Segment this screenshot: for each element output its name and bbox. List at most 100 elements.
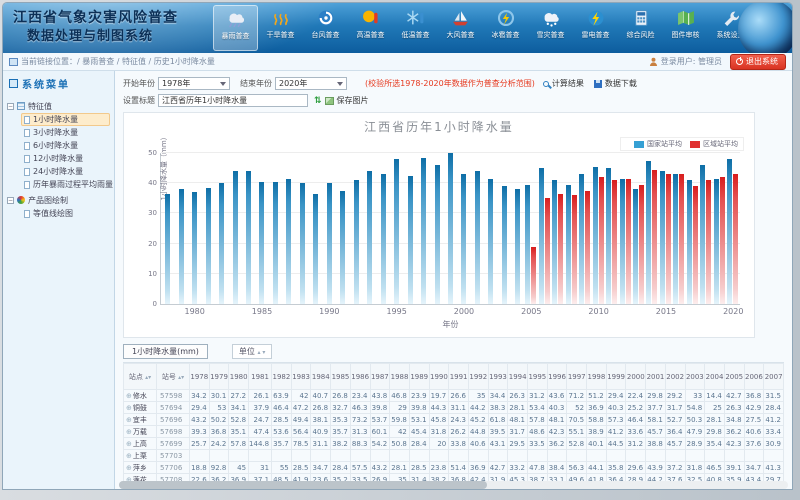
sidebar-group-1[interactable]: −特征值: [7, 99, 110, 113]
toolbar-item-9[interactable]: 雷电普查: [573, 5, 618, 51]
expand-icon[interactable]: −: [7, 103, 14, 110]
toolbar-item-3[interactable]: 台风普查: [303, 5, 348, 51]
app-window: 江西省气象灾害风险普查 数据处理与制图系统 暴雨普查干旱普查台风普查高温普查低温…: [0, 0, 800, 500]
table-row[interactable]: ⊕上高5769925.724.257.8144.835.778.531.138.…: [124, 438, 784, 450]
sidebar-item-1小时降水量[interactable]: 1小时降水量: [21, 113, 110, 126]
cold-icon: [403, 7, 429, 29]
value-cell: 34.4: [488, 390, 508, 402]
toolbar-item-2[interactable]: 干旱普查: [258, 5, 303, 51]
sidebar-item-历年暴雨过程平均雨量[interactable]: 历年暴雨过程平均雨量: [21, 178, 110, 191]
toolbar-item-11[interactable]: 图件审核: [663, 5, 708, 51]
toolbar-item-5[interactable]: 低温普查: [393, 5, 438, 51]
value-cell: 35.7: [331, 426, 351, 438]
value-cell: 32.7: [331, 402, 351, 414]
col-header-year-1988: 1988: [390, 364, 410, 390]
col-header-station[interactable]: 站点 ▴▾: [124, 364, 157, 390]
chart-title: 江西省历年1小时降水量: [124, 118, 754, 135]
col-header-year-2000: 2000: [626, 364, 646, 390]
value-cell: 43.2: [370, 462, 390, 474]
table-row[interactable]: ⊕万载5769839.336.835.147.453.656.440.935.7…: [124, 426, 784, 438]
value-cell: 34.7: [311, 462, 331, 474]
expand-row-icon[interactable]: ⊕: [126, 464, 132, 472]
toolbar-item-6[interactable]: 大风普查: [438, 5, 483, 51]
sort-arrows-icon[interactable]: ▴▾: [178, 374, 184, 381]
value-cell: 42.3: [547, 426, 567, 438]
expand-row-icon[interactable]: ⊕: [126, 416, 132, 424]
value-cell: [249, 450, 272, 462]
unit-sort-dropdown[interactable]: 单位 ▴ ▾: [232, 344, 272, 359]
value-cell: [370, 450, 390, 462]
horizontal-scrollbar[interactable]: [119, 481, 788, 489]
sidebar-tree: −特征值1小时降水量3小时降水量6小时降水量12小时降水量24小时降水量历年暴雨…: [7, 99, 110, 220]
value-cell: 51.2: [587, 390, 607, 402]
toolbar-item-1[interactable]: 暴雨普查: [213, 5, 258, 51]
value-cell: [724, 450, 744, 462]
risk-icon: [628, 7, 654, 29]
chart-title-input[interactable]: 江西省历年1小时降水量: [158, 94, 308, 107]
value-cell: 40.1: [587, 438, 607, 450]
value-cell: 31.7: [665, 402, 685, 414]
col-header-year-1981: 1981: [249, 364, 272, 390]
value-cell: 36.9: [587, 402, 607, 414]
sort-arrows-icon[interactable]: ▴▾: [145, 374, 151, 381]
table-row[interactable]: ⊕铜鼓5769429.45334.137.946.447.226.832.746…: [124, 402, 784, 414]
expand-icon[interactable]: −: [7, 197, 14, 204]
value-cell: 43.8: [370, 390, 390, 402]
bar-regional-2006: [545, 198, 550, 304]
logout-button[interactable]: 退出系统: [730, 54, 786, 70]
sidebar-group-2[interactable]: −产品图绘制: [7, 193, 110, 207]
station-id-cell: 57703: [157, 450, 190, 462]
toolbar-item-4[interactable]: 高温普查: [348, 5, 393, 51]
table-row[interactable]: ⊕上栗57703: [124, 450, 784, 462]
toolbar-item-10[interactable]: 综合风险: [618, 5, 663, 51]
end-year-label: 结束年份: [240, 78, 272, 89]
table-row[interactable]: ⊕修水5759834.230.127.226.163.94240.726.823…: [124, 390, 784, 402]
station-cell: ⊕上栗: [124, 450, 157, 462]
value-cell: 26.6: [449, 390, 469, 402]
sidebar-item-3小时降水量[interactable]: 3小时降水量: [21, 126, 110, 139]
toolbar-item-8[interactable]: 雪灾普查: [528, 5, 573, 51]
col-header-year-1998: 1998: [587, 364, 607, 390]
sidebar-item-6小时降水量[interactable]: 6小时降水量: [21, 139, 110, 152]
expand-row-icon[interactable]: ⊕: [126, 440, 132, 448]
bar-national-2018: [700, 165, 705, 304]
bar-national-1998: [435, 165, 440, 304]
value-cell: 31.8: [429, 426, 449, 438]
sidebar-item-等值线绘图[interactable]: 等值线绘图: [21, 207, 110, 220]
rain-icon: [223, 8, 249, 30]
hail-icon: [493, 7, 519, 29]
value-cell: 38.8: [646, 438, 666, 450]
scrollbar-thumb[interactable]: [119, 481, 487, 489]
dataset-tag-button[interactable]: 1小时降水量(mm): [123, 344, 208, 359]
bar-national-1994: [381, 174, 386, 304]
station-cell: ⊕万载: [124, 426, 157, 438]
save-image-button[interactable]: 保存图片: [325, 95, 369, 106]
toolbar-item-7[interactable]: 冰雹普查: [483, 5, 528, 51]
expand-row-icon[interactable]: ⊕: [126, 452, 132, 460]
value-cell: 28.4: [764, 402, 784, 414]
expand-row-icon[interactable]: ⊕: [126, 428, 132, 436]
download-label: 数据下载: [605, 78, 637, 89]
value-cell: 22.4: [626, 390, 646, 402]
expand-row-icon[interactable]: ⊕: [126, 404, 132, 412]
col-header-station-id[interactable]: 站号 ▴▾: [157, 364, 190, 390]
download-button[interactable]: 数据下载: [594, 78, 637, 89]
expand-row-icon[interactable]: ⊕: [126, 392, 132, 400]
value-cell: 45.7: [665, 438, 685, 450]
chart-title-value: 江西省历年1小时降水量: [162, 95, 247, 106]
value-cell: 58.8: [587, 414, 607, 426]
sidebar-item-24小时降水量[interactable]: 24小时降水量: [21, 165, 110, 178]
bar-national-2012: [620, 179, 625, 304]
table-row[interactable]: ⊕萍乡5770618.892.845315528.534.728.457.543…: [124, 462, 784, 474]
chart-title-label: 设置标题: [123, 95, 155, 106]
end-year-select[interactable]: 2020年: [275, 77, 347, 90]
data-table-container[interactable]: 站点 ▴▾站号 ▴▾197819791980198119821983198419…: [123, 362, 784, 484]
value-cell: 41.2: [606, 426, 626, 438]
value-cell: 48.1: [508, 414, 528, 426]
resize-arrows-icon[interactable]: ⇅: [314, 96, 322, 106]
calculate-button[interactable]: 计算结果: [543, 78, 584, 89]
table-row[interactable]: ⊕宜丰5769643.250.252.824.728.549.438.135.3…: [124, 414, 784, 426]
start-year-select[interactable]: 1978年: [158, 77, 230, 90]
sidebar-item-12小时降水量[interactable]: 12小时降水量: [21, 152, 110, 165]
value-cell: 43.9: [646, 462, 666, 474]
